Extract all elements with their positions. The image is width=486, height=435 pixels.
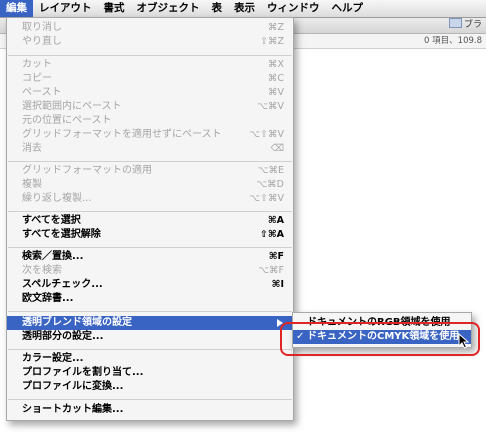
menu-item-find-next[interactable]: 次を検索 ⌥⌘F [7, 264, 293, 278]
menu-item-deselect-all[interactable]: すべてを選択解除 ⇧⌘A [7, 228, 293, 242]
menu-separator [8, 399, 292, 400]
menu-item-step-and-repeat[interactable]: 繰り返し複製... ⌥⇧⌘V [7, 192, 293, 206]
menu-item-label: プロファイルに変換... [22, 381, 124, 392]
menu-item-label: ペースト [22, 87, 62, 98]
menu-separator [8, 211, 292, 212]
menu-item-shortcut: ⌥⇧⌘V [249, 129, 284, 140]
menu-item-label: 元の位置にペースト [22, 115, 112, 126]
mouse-pointer-icon [458, 333, 470, 349]
window-folder-label: ブラ [448, 18, 482, 33]
edit-menu: 取り消し ⌘Z やり直し ⇧⌘Z カット ⌘X コピー ⌘C ペースト ⌘V 選択範囲内に… [6, 17, 294, 421]
menu-item-apply-grid-format[interactable]: グリッドフォーマットの適用 ⌥⌘E [7, 164, 293, 178]
menu-window[interactable]: ウィンドウ [261, 0, 326, 17]
menu-separator [8, 349, 292, 350]
menu-item-copy[interactable]: コピー ⌘C [7, 72, 293, 86]
menu-item-shortcut: ⌥⌘E [257, 165, 284, 176]
menu-item-label: やり直し [22, 36, 62, 47]
menu-object[interactable]: オブジェクト [131, 0, 206, 17]
menu-item-label: 次を検索 [22, 265, 62, 276]
menu-item-shortcut: ⌥⌘V [257, 101, 284, 112]
menu-item-label: 取り消し [22, 22, 62, 33]
menu-item-spell-check[interactable]: スペルチェック... ⌘I [7, 278, 293, 292]
menu-item-shortcut: ⇧⌘A [259, 229, 284, 240]
menu-item-shortcut: ⌘Z [267, 22, 284, 33]
item-count: 0 項目、109.8 [424, 36, 482, 46]
menu-format[interactable]: 書式 [98, 0, 131, 17]
menu-help[interactable]: ヘルプ [326, 0, 370, 17]
menu-item-paste-without-grid[interactable]: グリッドフォーマットを適用せずにペースト ⌥⇧⌘V [7, 128, 293, 142]
menu-item-dictionary[interactable]: 欧文辞書... [7, 292, 293, 306]
menu-item-shortcut: ⌘X [267, 59, 284, 70]
menu-item-shortcut: ⌘F [268, 251, 284, 262]
menu-item-redo[interactable]: やり直し ⇧⌘Z [7, 35, 293, 49]
folder-icon [448, 18, 462, 28]
menu-item-shortcut: ⇧⌘Z [260, 36, 284, 47]
annotation-highlight-ring [280, 322, 480, 356]
menu-item-edit-shortcuts[interactable]: ショートカット編集... [7, 403, 293, 417]
menu-item-cut[interactable]: カット ⌘X [7, 58, 293, 72]
menu-item-label: 欧文辞書... [22, 293, 74, 304]
window-label-text: ブラ [463, 20, 482, 30]
menu-item-label: 検索／置換... [22, 251, 84, 262]
menu-item-transparency-blend-space[interactable]: 透明ブレンド領域の設定 [7, 316, 293, 330]
menu-item-label: スペルチェック... [22, 279, 103, 290]
menu-bar: 編集 レイアウト 書式 オブジェクト 表 表示 ウィンドウ ヘルプ [0, 0, 486, 18]
menu-table[interactable]: 表 [206, 0, 229, 17]
menu-separator [8, 247, 292, 248]
menu-layout[interactable]: レイアウト [33, 0, 98, 17]
menu-item-paste[interactable]: ペースト ⌘V [7, 86, 293, 100]
menu-item-color-settings[interactable]: カラー設定... [7, 352, 293, 366]
menu-item-label: 複製 [22, 179, 42, 190]
menu-item-assign-profile[interactable]: プロファイルを割り当て... [7, 366, 293, 380]
menu-item-shortcut: ⌘V [268, 87, 284, 98]
menu-separator [8, 311, 292, 312]
menu-view[interactable]: 表示 [228, 0, 261, 17]
menu-item-paste-in-place[interactable]: 元の位置にペースト [7, 114, 293, 128]
menu-item-label: グリッドフォーマットの適用 [22, 165, 152, 176]
menu-item-duplicate[interactable]: 複製 ⌥⌘D [7, 178, 293, 192]
menu-item-clear[interactable]: 消去 ⌫ [7, 142, 293, 156]
menu-item-find-replace[interactable]: 検索／置換... ⌘F [7, 250, 293, 264]
menu-separator [8, 55, 292, 56]
menu-item-label: すべてを選択 [22, 215, 81, 226]
menu-item-shortcut: ⌥⌘F [258, 265, 284, 276]
menu-item-shortcut: ⌥⌘D [256, 179, 284, 190]
menu-item-paste-into[interactable]: 選択範囲内にペースト ⌥⌘V [7, 100, 293, 114]
menu-item-label: 繰り返し複製... [22, 193, 92, 204]
menu-edit[interactable]: 編集 [0, 0, 33, 17]
menu-item-label: 消去 [22, 143, 42, 154]
menu-item-label: 透明部分の設定... [22, 331, 104, 342]
menu-item-select-all[interactable]: すべてを選択 ⌘A [7, 214, 293, 228]
menu-item-shortcut: ⌘C [267, 73, 284, 84]
menu-item-label: カット [22, 59, 52, 70]
menu-item-label: ショートカット編集... [22, 404, 124, 415]
menu-item-shortcut: ⌘I [271, 279, 284, 290]
menu-item-label: 選択範囲内にペースト [22, 101, 122, 112]
menu-item-undo[interactable]: 取り消し ⌘Z [7, 21, 293, 35]
menu-separator [8, 161, 292, 162]
menu-item-label: すべてを選択解除 [22, 229, 101, 240]
menu-item-convert-to-profile[interactable]: プロファイルに変換... [7, 380, 293, 394]
menu-item-shortcut: ⌘A [267, 215, 284, 226]
delete-key-icon: ⌫ [270, 143, 284, 154]
menu-item-label: コピー [22, 73, 52, 84]
menu-item-label: カラー設定... [22, 353, 84, 364]
menu-item-label: 透明ブレンド領域の設定 [22, 317, 132, 328]
menu-item-label: グリッドフォーマットを適用せずにペースト [22, 129, 222, 140]
menu-item-label: プロファイルを割り当て... [22, 367, 144, 378]
menu-item-transparency-settings[interactable]: 透明部分の設定... [7, 330, 293, 344]
menu-item-shortcut: ⌥⇧⌘V [249, 193, 284, 204]
